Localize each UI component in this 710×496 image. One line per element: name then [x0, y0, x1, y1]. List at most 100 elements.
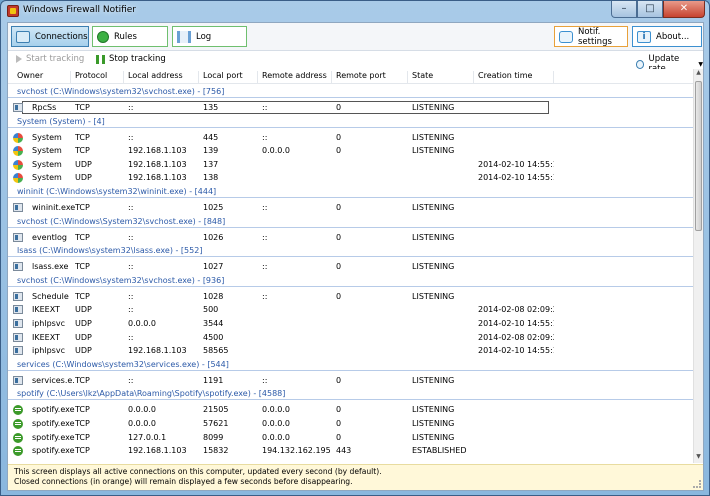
cell-state: LISTENING: [412, 405, 455, 415]
cell-remote-port: 0: [336, 132, 342, 142]
table-row[interactable]: System UDP 192.168.1.103 137 2014-02-10 14:5…: [8, 158, 693, 171]
vertical-scrollbar[interactable]: ▲ ▼: [693, 69, 703, 463]
about-button[interactable]: i About...: [632, 26, 702, 47]
group-header[interactable]: svchost (C:\Windows\system32\svchost.exe…: [8, 85, 693, 99]
cell-local-address: ::: [128, 332, 134, 342]
table-row[interactable]: Schedule TCP:: 1028:: 0 LISTENING: [8, 290, 693, 303]
cell-local-port: 135: [203, 103, 219, 112]
cell-remote-address: 0.0.0.0: [262, 432, 290, 442]
table-row[interactable]: iphlpsvc UDP 192.168.1.103 58565 2014-02-10 …: [8, 344, 693, 357]
table-row[interactable]: lsass.exe TCP:: 1027:: 0 LISTENING: [8, 260, 693, 273]
scroll-down-icon[interactable]: ▼: [694, 453, 703, 463]
cell-remote-address: 0.0.0.0: [262, 405, 290, 415]
tab-log[interactable]: Log: [172, 26, 247, 47]
group-header[interactable]: svchost (C:\Windows\System32\svchost.exe…: [8, 215, 693, 229]
start-tracking-button[interactable]: Start tracking: [14, 54, 84, 64]
nav-bar: Connections Rules Log Notif. settings i …: [8, 23, 703, 51]
tab-rules[interactable]: Rules: [92, 26, 168, 47]
table-row[interactable]: spotify.exe TCP 0.0.0.0 21505 0.0.0.0 0 LISTEN…: [8, 403, 693, 416]
group-header[interactable]: System (System) - [4]: [8, 115, 693, 129]
cell-protocol: TCP: [75, 446, 90, 456]
cell-local-address: 0.0.0.0: [128, 405, 156, 415]
col-protocol-header[interactable]: Protocol: [71, 71, 124, 83]
cell-creation-time: 2014-02-10 14:55:15: [478, 346, 554, 356]
main-window: Windows Firewall Notifier – □ ✕ Connecti…: [0, 0, 710, 496]
group-header[interactable]: svchost (C:\Windows\system32\svchost.exe…: [8, 274, 693, 288]
windows-logo-icon: [13, 173, 23, 184]
table-row[interactable]: spotify.exe TCP 192.168.1.103 15832 194.132.…: [8, 444, 693, 457]
cell-local-port: 137: [203, 159, 219, 169]
window-icon: [13, 262, 23, 272]
cell-remote-port: 443: [336, 446, 352, 456]
table-row[interactable]: wininit.exe TCP:: 1025:: 0 LISTENING: [8, 201, 693, 214]
stop-tracking-button[interactable]: Stop tracking: [96, 54, 166, 64]
close-button[interactable]: ✕: [663, 1, 705, 18]
table-row[interactable]: IKEEXT UDP::500 2014-02-08 02:09:21: [8, 303, 693, 316]
spotify-icon: [13, 419, 23, 429]
cell-owner: spotify.exe: [32, 432, 75, 442]
spotify-icon: [13, 446, 23, 457]
cell-protocol: TCP: [75, 103, 90, 112]
table-row[interactable]: spotify.exe TCP 127.0.0.1 8099 0.0.0.0 0 LISTE…: [8, 431, 693, 444]
cell-protocol: TCP: [75, 419, 90, 428]
window-icon: [13, 103, 23, 112]
col-local-address-header[interactable]: Local address: [124, 71, 199, 83]
group-header[interactable]: spotify (C:\Users\lkz\AppData\Roaming\Sp…: [8, 387, 693, 401]
scroll-thumb[interactable]: [695, 81, 702, 231]
cell-local-port: 1028: [203, 291, 224, 301]
col-remote-port-header[interactable]: Remote port: [332, 71, 408, 83]
cell-local-port: 1027: [203, 262, 224, 272]
tracking-toolbar: Start tracking Stop tracking Update rate…: [8, 52, 703, 74]
table-row[interactable]: iphlpsvc UDP 0.0.0.0 3544 2014-02-10 14:55:1…: [8, 317, 693, 330]
cell-local-address: 127.0.0.1: [128, 432, 167, 442]
col-creation-time-header[interactable]: Creation time: [474, 71, 554, 83]
table-row[interactable]: RpcSs TCP:: 135:: 0 LISTENING: [8, 101, 693, 114]
table-row[interactable]: services.e...TCP::1191::0 LISTENING: [8, 374, 693, 387]
about-label: About...: [656, 31, 690, 42]
scroll-up-icon[interactable]: ▲: [694, 69, 703, 79]
cell-local-port: 138: [203, 173, 219, 183]
tab-connections[interactable]: Connections: [11, 26, 89, 47]
cell-local-port: 58565: [203, 346, 229, 356]
table-row[interactable]: System TCP 192.168.1.103 139 0.0.0.0 0 LISTENI…: [8, 144, 693, 157]
cell-owner: spotify.exe: [32, 405, 75, 415]
col-owner-header[interactable]: Owner: [13, 71, 71, 83]
table-row[interactable]: IKEEXT UDP::4500 2014-02-08 02:09:21: [8, 331, 693, 344]
table-row[interactable]: eventlog TCP:: 1026:: 0 LISTENING: [8, 231, 693, 244]
cell-local-address: 192.168.1.103: [128, 446, 187, 456]
cell-remote-address: 194.132.162.195: [262, 446, 331, 456]
cell-local-address: ::: [128, 305, 134, 315]
cell-local-port: 1025: [203, 203, 224, 212]
cell-local-address: ::: [128, 232, 134, 242]
group-header[interactable]: lsass (C:\Windows\system32\lsass.exe) - …: [8, 244, 693, 258]
cell-creation-time: 2014-02-10 14:55:15: [478, 173, 554, 183]
group-header[interactable]: wininit (C:\Windows\system32\wininit.exe…: [8, 185, 693, 199]
cell-protocol: UDP: [75, 346, 92, 356]
window-icon: [13, 319, 23, 328]
cell-local-address: ::: [128, 132, 134, 142]
resize-grip-icon[interactable]: [693, 480, 701, 488]
maximize-button[interactable]: □: [637, 1, 663, 18]
cell-local-address: ::: [128, 375, 134, 385]
cell-local-address: ::: [128, 262, 134, 272]
minimize-button[interactable]: –: [611, 1, 637, 18]
notif-settings-button[interactable]: Notif. settings: [554, 26, 628, 47]
col-local-port-header[interactable]: Local port: [199, 71, 258, 83]
group-header[interactable]: services (C:\Windows\system32\services.e…: [8, 358, 693, 372]
cell-owner: IKEEXT: [32, 332, 60, 342]
table-row[interactable]: System TCP:: 445:: 0 LISTENING: [8, 131, 693, 144]
cell-protocol: TCP: [75, 291, 90, 301]
table-row[interactable]: spotify.exe TCP 0.0.0.0 57621 0.0.0.0 0 LISTEN…: [8, 417, 693, 430]
cell-remote-address: 0.0.0.0: [262, 419, 290, 428]
table-row[interactable]: System UDP 192.168.1.103 138 2014-02-10 14:5…: [8, 171, 693, 184]
cell-remote-port: 0: [336, 232, 342, 242]
col-state-header[interactable]: State: [408, 71, 474, 83]
title-bar[interactable]: Windows Firewall Notifier – □ ✕: [1, 1, 709, 21]
cell-owner: Schedule: [32, 291, 69, 301]
cell-protocol: TCP: [75, 146, 90, 156]
help-footer: This screen displays all active connecti…: [8, 464, 703, 490]
info-icon: i: [637, 30, 651, 43]
stop-tracking-label: Stop tracking: [109, 54, 166, 64]
col-remote-address-header[interactable]: Remote address: [258, 71, 332, 83]
windows-logo-icon: [13, 132, 23, 143]
